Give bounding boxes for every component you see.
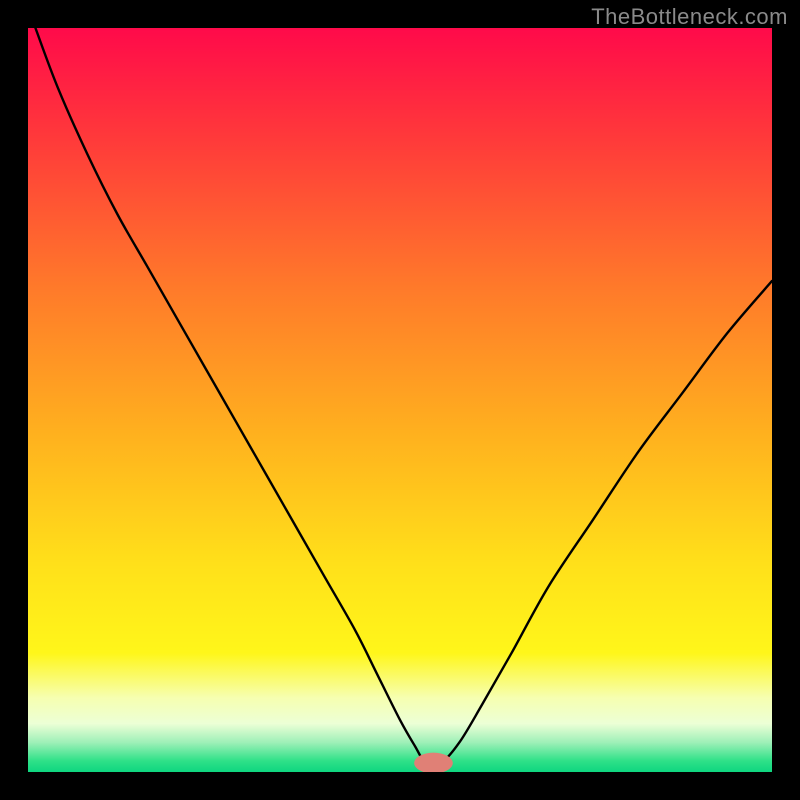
gradient-background bbox=[28, 28, 772, 772]
plot-area bbox=[28, 28, 772, 772]
chart-frame: TheBottleneck.com bbox=[0, 0, 800, 800]
bottleneck-chart bbox=[28, 28, 772, 772]
watermark-text: TheBottleneck.com bbox=[591, 4, 788, 30]
